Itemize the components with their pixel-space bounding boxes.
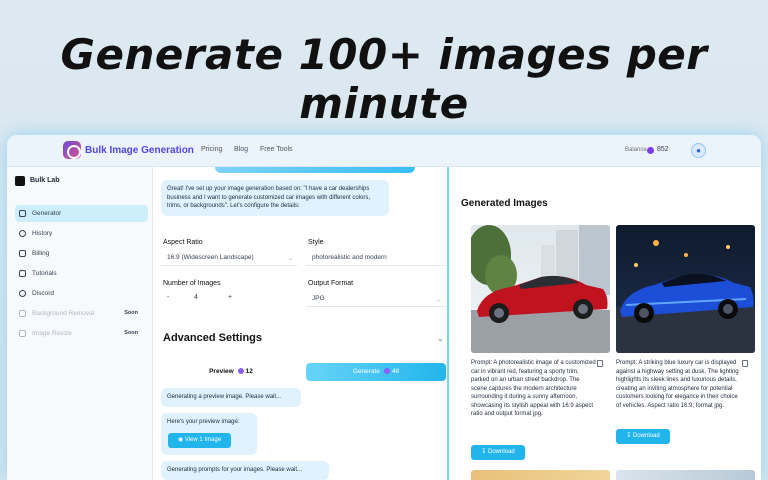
generated-image-thumbnail[interactable] <box>616 470 755 480</box>
aspect-ratio-label: Aspect Ratio <box>163 239 203 246</box>
app-logo-icon[interactable] <box>63 141 81 159</box>
previous-message-bubble <box>215 167 415 173</box>
headline: Generate 100+ images per minute <box>60 30 708 128</box>
sidebar-item-image-resize: Image Resize Soon <box>15 325 148 342</box>
preview-label: Preview <box>209 368 234 375</box>
balance-label: Balance <box>625 147 647 153</box>
image-prompt: Prompt: A striking blue luxury car is di… <box>616 360 739 409</box>
chat-panel: Great! I've set up your image generation… <box>153 167 449 480</box>
resize-icon <box>19 330 26 337</box>
credit-coin-icon <box>383 367 390 374</box>
copy-icon[interactable] <box>742 360 748 367</box>
sidebar-item-label: Discord <box>32 290 55 297</box>
style-label: Style <box>308 239 324 246</box>
nav-blog[interactable]: Blog <box>234 146 248 153</box>
sidebar: Bulk Lab Generator History Billing Tutor… <box>7 167 153 480</box>
decrement-button[interactable]: - <box>167 294 169 301</box>
sidebar-item-generator[interactable]: Generator <box>15 205 148 222</box>
sidebar-item-label: Generator <box>32 210 62 217</box>
download-icon: ↧ <box>626 433 633 439</box>
download-label: Download <box>488 449 515 455</box>
preview-button[interactable]: Preview 12 <box>163 363 299 381</box>
advanced-settings-toggle[interactable]: Advanced Settings <box>163 332 262 344</box>
results-title: Generated Images <box>461 198 548 209</box>
balance-value: 852 <box>657 146 669 153</box>
clock-icon <box>19 230 26 237</box>
style-input[interactable]: photorealistic and modern <box>306 250 446 266</box>
generate-cost: 48 <box>391 368 400 375</box>
generated-image-thumbnail[interactable] <box>471 470 610 480</box>
chevron-down-icon: ⌄ <box>288 256 294 262</box>
status-message: Generating a preview image. Please wait.… <box>161 388 301 407</box>
discord-icon <box>19 290 26 297</box>
output-format-label: Output Format <box>308 280 354 287</box>
download-button[interactable]: ↧ Download <box>616 429 670 444</box>
download-label: Download <box>633 433 660 439</box>
copy-icon[interactable] <box>597 360 603 367</box>
generate-button[interactable]: Generate 48 <box>306 363 446 381</box>
nav-pricing[interactable]: Pricing <box>201 146 222 153</box>
sidebar-item-label: Background Removal <box>32 310 95 317</box>
sidebar-item-label: History <box>32 230 53 237</box>
sidebar-item-label: Billing <box>32 250 50 257</box>
assistant-message: Great! I've set up your image generation… <box>161 180 389 216</box>
download-icon: ↧ <box>481 449 488 455</box>
generate-label: Generate <box>352 368 380 375</box>
chevron-down-icon: ⌄ <box>437 334 444 343</box>
preview-cost: 12 <box>245 368 253 375</box>
sidebar-item-tutorials[interactable]: Tutorials <box>15 265 148 282</box>
quantity-value[interactable]: 4 <box>194 294 198 301</box>
soon-badge: Soon <box>124 330 138 336</box>
sidebar-item-discord[interactable]: Discord <box>15 285 148 302</box>
download-button[interactable]: ↧ Download <box>471 445 525 460</box>
generated-image-red-car[interactable] <box>471 225 610 353</box>
nav-free-tools[interactable]: Free Tools <box>260 146 293 153</box>
aspect-ratio-select[interactable]: 16:9 (Widescreen Landscape) <box>161 250 297 266</box>
chevron-down-icon: ⌄ <box>436 297 442 303</box>
workspace-name: Bulk Lab <box>30 177 60 184</box>
scissors-icon <box>19 310 26 317</box>
sidebar-item-label: Tutorials <box>32 270 57 277</box>
image-prompt: Prompt: A photorealistic image of a cust… <box>471 360 596 417</box>
app-window: Bulk Image Generation Pricing Blog Free … <box>7 135 761 480</box>
video-icon <box>19 270 26 277</box>
results-panel: Generated Images Prompt: A photorealisti… <box>449 167 761 480</box>
output-format-select[interactable]: JPG <box>306 291 446 307</box>
view-image-button[interactable]: ◉ View 1 Image <box>168 433 231 448</box>
sidebar-item-background-removal: Background Removal Soon <box>15 305 148 322</box>
view-image-label: View 1 Image <box>184 437 222 443</box>
credit-card-icon <box>19 250 26 257</box>
increment-button[interactable]: + <box>228 294 232 301</box>
credit-coin-icon <box>237 367 244 374</box>
sidebar-item-billing[interactable]: Billing <box>15 245 148 262</box>
number-of-images-label: Number of Images <box>163 280 221 287</box>
user-avatar[interactable]: ● <box>691 143 706 158</box>
status-message: Generating prompts for your images. Plea… <box>161 461 329 480</box>
image-icon <box>19 210 26 217</box>
brand-name[interactable]: Bulk Image Generation <box>85 145 194 156</box>
sidebar-item-history[interactable]: History <box>15 225 148 242</box>
top-navbar: Bulk Image Generation Pricing Blog Free … <box>7 135 761 167</box>
generated-image-blue-car[interactable] <box>616 225 755 353</box>
soon-badge: Soon <box>124 310 138 316</box>
credit-coin-icon <box>647 147 654 154</box>
eye-icon: ◉ <box>177 437 185 443</box>
workspace-logo-icon <box>15 176 25 186</box>
sidebar-item-label: Image Resize <box>32 330 72 337</box>
preview-ready-text: Here's your preview image: <box>167 419 240 425</box>
